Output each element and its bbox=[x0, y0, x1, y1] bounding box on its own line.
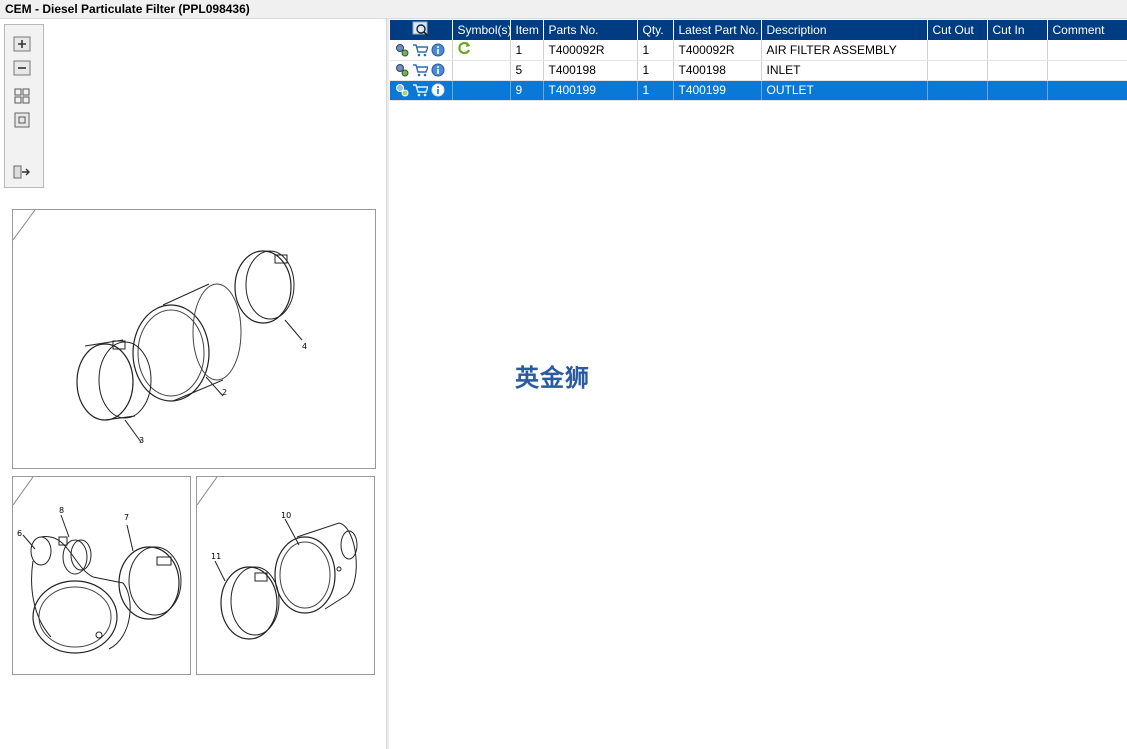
zoom-in-icon[interactable] bbox=[12, 35, 32, 53]
row-cut-out bbox=[927, 60, 988, 81]
row-symbol bbox=[452, 80, 511, 101]
parts-table: Symbol(s) Item Parts No. Qty. Latest Par… bbox=[390, 20, 1127, 101]
row-comment bbox=[1047, 60, 1127, 81]
row-symbol bbox=[452, 40, 511, 61]
gear-parts-icon[interactable] bbox=[395, 63, 409, 77]
column-header-cut-in[interactable]: Cut In bbox=[987, 20, 1048, 40]
row-description: OUTLET bbox=[761, 80, 928, 101]
row-qty: 1 bbox=[637, 60, 674, 81]
column-header-parts-no[interactable]: Parts No. bbox=[543, 20, 638, 40]
row-qty: 1 bbox=[637, 40, 674, 61]
column-header-symbols[interactable]: Symbol(s) bbox=[452, 20, 512, 40]
gear-parts-icon[interactable] bbox=[395, 83, 409, 97]
cart-icon[interactable] bbox=[412, 63, 428, 77]
diagram-panel-1[interactable]: 3 2 4 bbox=[12, 209, 376, 469]
search-icon[interactable] bbox=[412, 21, 430, 37]
row-actions bbox=[390, 80, 453, 101]
zoom-out-icon[interactable] bbox=[12, 59, 32, 77]
info-icon[interactable] bbox=[431, 83, 445, 97]
column-header-comment[interactable]: Comment bbox=[1047, 20, 1127, 40]
replace-icon[interactable] bbox=[457, 41, 472, 55]
callout-7[interactable]: 7 bbox=[124, 513, 129, 522]
callout-6[interactable]: 6 bbox=[17, 529, 22, 538]
row-latest-part-no: T400198 bbox=[673, 60, 762, 81]
cart-icon[interactable] bbox=[412, 43, 428, 57]
row-actions bbox=[390, 60, 453, 81]
row-cut-in bbox=[987, 80, 1048, 101]
row-latest-part-no: T400092R bbox=[673, 40, 762, 61]
diagram-pane[interactable]: 3 2 4 6 8 7 10 11 bbox=[0, 19, 386, 749]
column-header-qty[interactable]: Qty. bbox=[637, 20, 674, 40]
single-view-icon[interactable] bbox=[12, 111, 32, 129]
column-header-cut-out[interactable]: Cut Out bbox=[927, 20, 988, 40]
panel2-drawing: 6 8 7 bbox=[13, 477, 182, 654]
table-row-selected[interactable]: 9 T400199 1 T400199 OUTLET bbox=[390, 80, 1127, 101]
row-parts-no: T400092R bbox=[543, 40, 638, 61]
row-parts-no: T400198 bbox=[543, 60, 638, 81]
row-cut-out bbox=[927, 40, 988, 61]
table-row[interactable]: 5 T400198 1 T400198 INLET bbox=[390, 60, 1127, 81]
row-description: INLET bbox=[761, 60, 928, 81]
column-header-item[interactable]: Item bbox=[510, 20, 544, 40]
info-icon[interactable] bbox=[431, 43, 445, 57]
info-icon[interactable] bbox=[431, 63, 445, 77]
column-header-search[interactable] bbox=[390, 20, 453, 40]
callout-11[interactable]: 11 bbox=[211, 552, 221, 561]
cart-icon[interactable] bbox=[412, 83, 428, 97]
table-header: Symbol(s) Item Parts No. Qty. Latest Par… bbox=[390, 20, 1127, 40]
callout-2[interactable]: 2 bbox=[222, 388, 227, 397]
row-cut-in bbox=[987, 60, 1048, 81]
row-cut-in bbox=[987, 40, 1048, 61]
callout-3[interactable]: 3 bbox=[139, 436, 144, 445]
row-comment bbox=[1047, 80, 1127, 101]
row-item: 5 bbox=[510, 60, 544, 81]
diagram-panel-3[interactable]: 10 11 bbox=[196, 476, 375, 675]
panel1-drawing: 3 2 4 bbox=[13, 210, 307, 445]
row-comment bbox=[1047, 40, 1127, 61]
row-qty: 1 bbox=[637, 80, 674, 101]
row-item: 9 bbox=[510, 80, 544, 101]
parts-list-pane: Symbol(s) Item Parts No. Qty. Latest Par… bbox=[389, 19, 1127, 749]
row-actions bbox=[390, 40, 453, 61]
row-cut-out bbox=[927, 80, 988, 101]
row-item: 1 bbox=[510, 40, 544, 61]
title-bar: CEM - Diesel Particulate Filter (PPL0984… bbox=[0, 0, 1127, 19]
panel3-drawing: 10 11 bbox=[197, 477, 358, 640]
diagram-toolbox bbox=[4, 24, 44, 188]
row-parts-no: T400199 bbox=[543, 80, 638, 101]
fit-all-icon[interactable] bbox=[12, 87, 32, 105]
column-header-description[interactable]: Description bbox=[761, 20, 928, 40]
diagram-panel-2[interactable]: 6 8 7 bbox=[12, 476, 191, 675]
watermark-logo: 英金狮 bbox=[515, 364, 590, 392]
row-description: AIR FILTER ASSEMBLY bbox=[761, 40, 928, 61]
row-symbol bbox=[452, 60, 511, 81]
callout-10[interactable]: 10 bbox=[281, 511, 291, 520]
callout-4[interactable]: 4 bbox=[302, 342, 307, 351]
table-row[interactable]: 1 T400092R 1 T400092R AIR FILTER ASSEMBL… bbox=[390, 40, 1127, 61]
column-header-latest-part-no[interactable]: Latest Part No. bbox=[673, 20, 762, 40]
export-icon[interactable] bbox=[12, 163, 32, 181]
window-title: CEM - Diesel Particulate Filter (PPL0984… bbox=[5, 2, 250, 16]
row-latest-part-no: T400199 bbox=[673, 80, 762, 101]
gear-parts-icon[interactable] bbox=[395, 43, 409, 57]
callout-8[interactable]: 8 bbox=[59, 506, 64, 515]
